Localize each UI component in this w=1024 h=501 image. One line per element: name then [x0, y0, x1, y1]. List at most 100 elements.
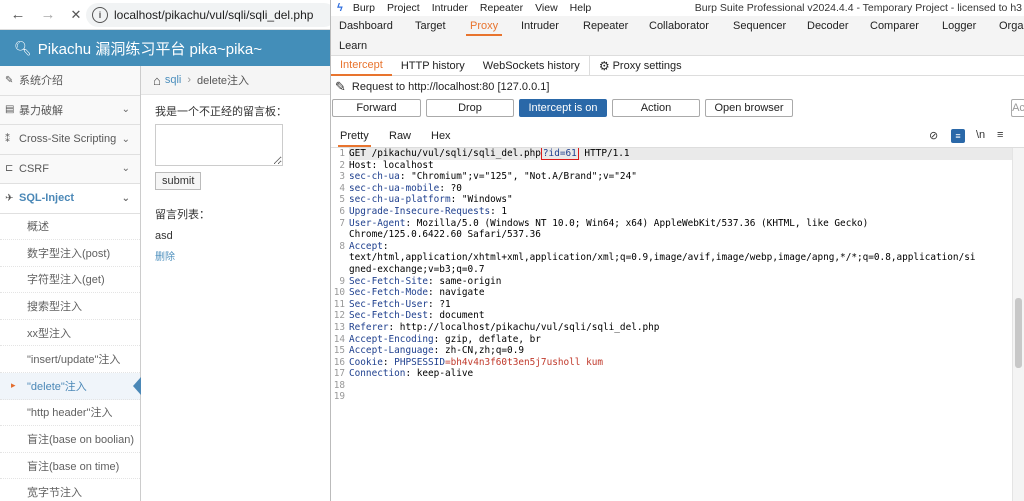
- tab-target[interactable]: Target: [415, 20, 446, 32]
- main-content: ⌂ sqli › delete注入 我是一个不正经的留言板： submit 留言…: [141, 66, 330, 501]
- view-tab-pretty[interactable]: Pretty: [338, 130, 371, 147]
- scrollbar-thumb[interactable]: [1015, 298, 1022, 368]
- code-token: Sec-Fetch-User: [349, 298, 429, 310]
- sidebar-item-label: Cross-Site Scripting: [19, 133, 117, 146]
- burp-menubar: ϟ Burp Project Intruder Repeater View He…: [331, 0, 1024, 16]
- sidebar-subitem[interactable]: xx型注入: [0, 319, 140, 347]
- line-number: 19: [333, 391, 345, 403]
- sidebar-item-0[interactable]: ✎ 系统介绍: [0, 66, 140, 96]
- code-token: : same-origin: [428, 275, 502, 287]
- sidebar-icon: ✈: [5, 192, 14, 204]
- sidebar-subitem[interactable]: 盲注(base on time): [0, 452, 140, 480]
- newline-icon[interactable]: \n: [976, 129, 985, 141]
- view-tab-hex[interactable]: Hex: [431, 130, 451, 142]
- site-header: 🔍︎ Pikachu 漏洞练习平台 pika~pika~: [0, 30, 330, 66]
- tab-sequencer[interactable]: Sequencer: [733, 20, 786, 32]
- hide-icon[interactable]: ⊘: [929, 129, 938, 142]
- chevron-down-icon: ⌄: [121, 163, 130, 175]
- window-title: Burp Suite Professional v2024.4.4 - Temp…: [694, 2, 1022, 14]
- back-icon[interactable]: ←: [6, 3, 30, 27]
- line-code: sec-ch-ua: "Chromium";v="125", "Not.A/Br…: [349, 171, 1024, 183]
- subtab-http-history[interactable]: HTTP history: [392, 56, 474, 76]
- code-token: User-Agent: [349, 217, 406, 229]
- menu-help[interactable]: Help: [570, 2, 592, 14]
- address-bar[interactable]: i localhost/pikachu/vul/sqli/sqli_del.ph…: [86, 3, 336, 27]
- sidebar: ✎ 系统介绍 ▤ 暴力破解 ⌄ ⁑ Cross-Site Scripting ⌄ ⊏ CSRF ⌄ ✈…: [0, 66, 141, 501]
- submit-button[interactable]: submit: [155, 172, 202, 190]
- sidebar-item-1[interactable]: ▤ 暴力破解 ⌄: [0, 95, 140, 125]
- sidebar-item-4[interactable]: ✈ SQL-Inject ⌄: [0, 184, 140, 214]
- forward-icon[interactable]: →: [36, 3, 60, 27]
- tab-repeater[interactable]: Repeater: [583, 20, 628, 32]
- menu-project[interactable]: Project: [387, 2, 420, 14]
- sidebar-subitem[interactable]: "delete"注入: [0, 373, 141, 400]
- sidebar-subitem[interactable]: 字符型注入(get): [0, 266, 140, 294]
- sidebar-subitem[interactable]: 盲注(base on boolian): [0, 426, 140, 453]
- menu-burp[interactable]: Burp: [353, 2, 375, 14]
- tab-decoder[interactable]: Decoder: [807, 20, 849, 32]
- tab-collaborator[interactable]: Collaborator: [649, 20, 709, 32]
- request-line: 19: [331, 391, 1024, 403]
- sidebar-item-3[interactable]: ⊏ CSRF ⌄: [0, 154, 140, 184]
- home-icon[interactable]: ⌂: [153, 73, 161, 88]
- menu-repeater[interactable]: Repeater: [480, 2, 523, 14]
- request-line: 4 sec-ch-ua-mobile: ?0: [331, 183, 1024, 195]
- comment-field[interactable]: Ac: [1011, 99, 1024, 117]
- breadcrumb-link[interactable]: sqli: [165, 74, 182, 86]
- chevron-down-icon: ⌄: [121, 104, 130, 116]
- code-token: gned-exchange;v=b3;q=0.7: [349, 263, 485, 275]
- tab-logger[interactable]: Logger: [942, 20, 976, 32]
- drop-button[interactable]: Drop: [426, 99, 514, 117]
- list-label: 留言列表：: [155, 209, 210, 221]
- sidebar-subitem[interactable]: 搜索型注入: [0, 293, 140, 320]
- close-icon[interactable]: ✕: [64, 3, 88, 27]
- view-tab-raw[interactable]: Raw: [389, 130, 411, 142]
- info-icon[interactable]: i: [92, 7, 108, 23]
- tab-organizer[interactable]: Orga: [999, 20, 1023, 32]
- intercept-toggle-button[interactable]: Intercept is on: [519, 99, 607, 117]
- code-token: text/html,application/xhtml+xml,applicat…: [349, 252, 976, 264]
- action-button[interactable]: Action: [612, 99, 700, 117]
- code-token: Upgrade-Insecure-Requests: [349, 205, 491, 217]
- chevron-down-icon: ⌄: [121, 133, 130, 145]
- sidebar-subitem[interactable]: 数字型注入(post): [0, 240, 140, 267]
- request-info: ✎ Request to http://localhost:80 [127.0.…: [331, 76, 1024, 98]
- line-code: sec-ch-ua-platform: "Windows": [349, 194, 1024, 206]
- code-token: : ?1: [428, 298, 451, 310]
- line-code: Host: localhost: [349, 160, 1024, 172]
- line-code: Cookie: PHPSESSID=bh4v4n3f60t3en5j7ushol…: [349, 357, 1024, 369]
- message-textarea[interactable]: [155, 124, 283, 166]
- menu-icon[interactable]: ≡: [997, 129, 1003, 141]
- wrap-icon[interactable]: ≡: [951, 129, 965, 143]
- forward-button[interactable]: Forward: [332, 99, 421, 117]
- subtab-websockets-history[interactable]: WebSockets history: [474, 56, 589, 76]
- line-number: 12: [333, 310, 345, 322]
- sidebar-item-2[interactable]: ⁑ Cross-Site Scripting ⌄: [0, 125, 140, 155]
- form-label: 我是一个不正经的留言板：: [155, 106, 287, 118]
- subtab-intercept[interactable]: Intercept: [331, 56, 392, 76]
- menu-view[interactable]: View: [535, 2, 558, 14]
- editor-scrollbar[interactable]: [1012, 148, 1024, 501]
- tab-proxy[interactable]: Proxy: [465, 20, 503, 36]
- sidebar-subitem[interactable]: "http header"注入: [0, 399, 140, 427]
- tab-intruder[interactable]: Intruder: [521, 20, 559, 32]
- code-token: Chrome/125.0.6422.60 Safari/537.36: [349, 229, 541, 241]
- tab-learn[interactable]: Learn: [339, 40, 367, 52]
- sidebar-subitem[interactable]: 概述: [0, 213, 140, 241]
- sidebar-subitem[interactable]: 宽字节注入: [0, 479, 140, 501]
- tab-dashboard[interactable]: Dashboard: [339, 20, 393, 32]
- line-code: Chrome/125.0.6422.60 Safari/537.36: [349, 229, 1024, 241]
- line-code: text/html,application/xhtml+xml,applicat…: [349, 252, 1024, 264]
- sidebar-subitem[interactable]: "insert/update"注入: [0, 346, 140, 374]
- menu-intruder[interactable]: Intruder: [432, 2, 468, 14]
- code-token: sec-ch-ua-mobile: [349, 182, 440, 194]
- delete-link[interactable]: 删除: [155, 248, 316, 263]
- open-browser-button[interactable]: Open browser: [705, 99, 793, 117]
- line-number: [331, 264, 349, 276]
- subtab-proxy-settings[interactable]: ⚙ Proxy settings: [588, 55, 691, 76]
- code-token: Cookie: [349, 356, 383, 368]
- request-editor[interactable]: 1 GET /pikachu/vul/sqli/sqli_del.php ?id=6…: [331, 148, 1024, 501]
- tab-comparer[interactable]: Comparer: [870, 20, 919, 32]
- code-token: Connection: [349, 368, 406, 380]
